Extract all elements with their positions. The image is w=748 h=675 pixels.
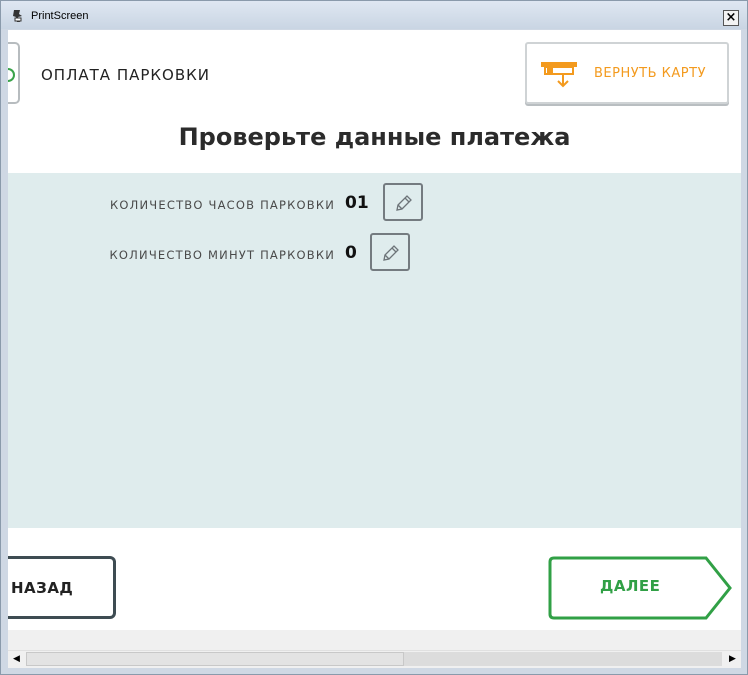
title-bar[interactable]: PrintScreen × [1, 1, 747, 29]
status-indicator-icon [8, 68, 15, 82]
section-title: ОПЛАТА ПАРКОВКИ [41, 66, 211, 84]
kiosk-screen: ОПЛАТА ПАРКОВКИ ВЕРНУТЬ КАРТУ Проверьте … [8, 30, 741, 650]
page-title: Проверьте данные платежа [178, 123, 571, 151]
bottom-strip [8, 630, 741, 650]
window-title: PrintScreen [31, 10, 89, 22]
pencil-icon [383, 245, 399, 261]
horizontal-scrollbar[interactable]: ◀ ▶ [8, 650, 741, 668]
return-card-button[interactable]: ВЕРНУТЬ КАРТУ [525, 42, 729, 104]
back-button[interactable]: НАЗАД [8, 556, 116, 619]
pencil-icon [396, 195, 412, 211]
return-card-label: ВЕРНУТЬ КАРТУ [594, 66, 706, 81]
scroll-thumb[interactable] [26, 652, 404, 666]
app-window: PrintScreen × ОПЛАТА ПАРКОВКИ ВЕРНУТЬ КА… [0, 0, 748, 675]
scroll-right-icon[interactable]: ▶ [724, 651, 741, 668]
minutes-value: 0 [345, 243, 357, 263]
close-button[interactable]: × [723, 10, 739, 26]
next-button[interactable]: ДАЛЕЕ [548, 556, 734, 620]
edit-hours-button[interactable] [383, 183, 423, 221]
scroll-track[interactable] [404, 652, 722, 666]
left-side-tab[interactable] [8, 42, 20, 104]
hours-value: 01 [345, 193, 369, 213]
return-card-icon [541, 62, 577, 88]
next-button-label: ДАЛЕЕ [600, 577, 661, 595]
back-button-label: НАЗАД [11, 579, 74, 597]
scroll-left-icon[interactable]: ◀ [8, 651, 25, 668]
edit-minutes-button[interactable] [370, 233, 410, 271]
hours-label: КОЛИЧЕСТВО ЧАСОВ ПАРКОВКИ [110, 198, 335, 212]
payment-details-panel: КОЛИЧЕСТВО ЧАСОВ ПАРКОВКИ 01 КОЛИЧЕСТВО … [8, 173, 741, 528]
minutes-label: КОЛИЧЕСТВО МИНУТ ПАРКОВКИ [109, 248, 335, 262]
printscreen-app-icon [13, 10, 22, 22]
